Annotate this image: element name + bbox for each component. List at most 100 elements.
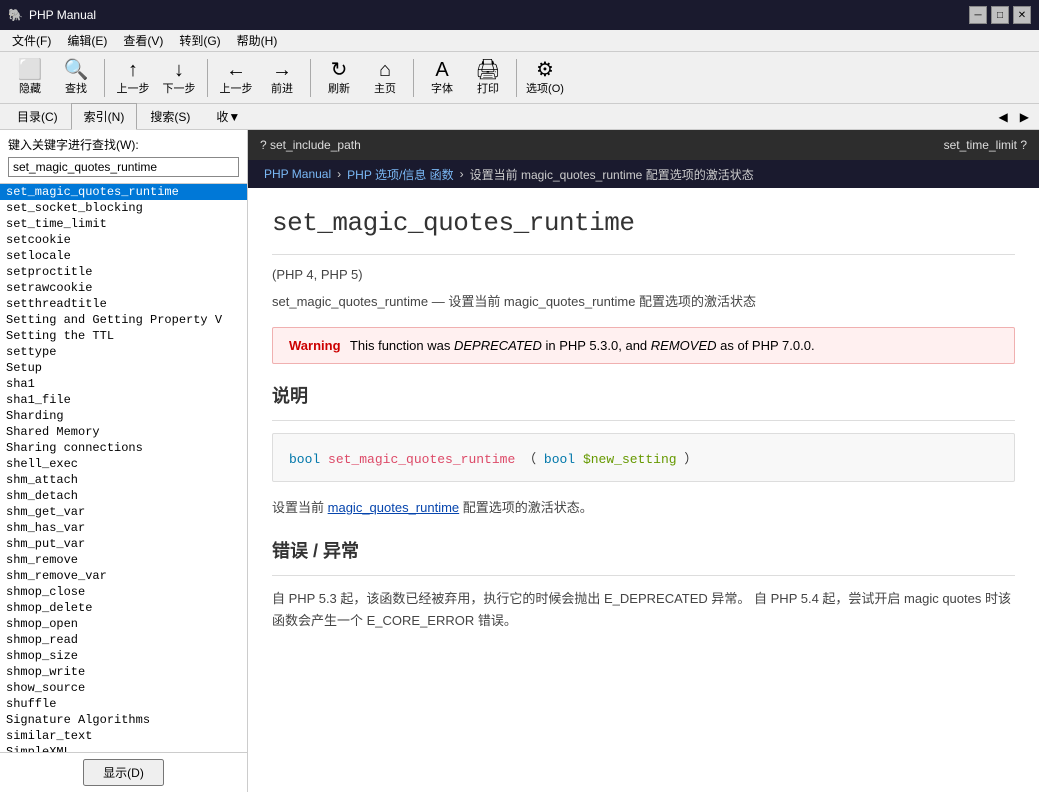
code-return-type: bool: [289, 452, 320, 467]
forward-icon: →: [272, 60, 292, 80]
section-shuoming: 说明: [272, 382, 1015, 408]
up-icon: ↑: [128, 60, 138, 80]
close-button[interactable]: ✕: [1013, 6, 1031, 24]
list-item[interactable]: set_magic_quotes_runtime: [0, 184, 247, 200]
list-item[interactable]: show_source: [0, 680, 247, 696]
func-title: set_magic_quotes_runtime: [272, 208, 1015, 238]
set-desc-link[interactable]: magic_quotes_runtime: [328, 500, 460, 515]
list-item[interactable]: similar_text: [0, 728, 247, 744]
tb-home-label: 主页: [374, 80, 396, 96]
list-item[interactable]: shm_get_var: [0, 504, 247, 520]
app-icon: 🐘: [8, 8, 23, 22]
list-item[interactable]: SimpleXML: [0, 744, 247, 752]
menu-file[interactable]: 文件(F): [4, 30, 59, 51]
tb-prev[interactable]: ↑ 上一步: [111, 56, 155, 100]
tab-toc[interactable]: 目录(C): [4, 103, 71, 130]
tab-collect[interactable]: 收▼: [203, 103, 253, 130]
arrow-right-icon[interactable]: ▶: [1014, 106, 1035, 128]
tb-options[interactable]: ⚙ 选项(O): [523, 56, 567, 100]
sidebar-search: 键入关键字进行查找(W):: [0, 130, 247, 184]
tb-back[interactable]: ← 上一步: [214, 56, 258, 100]
list-item[interactable]: sha1_file: [0, 392, 247, 408]
set-description: 设置当前 magic_quotes_runtime 配置选项的激活状态。: [272, 498, 1015, 519]
list-item[interactable]: shuffle: [0, 696, 247, 712]
list-item[interactable]: settype: [0, 344, 247, 360]
display-button[interactable]: 显示(D): [83, 759, 164, 786]
warning-deprecated: DEPRECATED: [454, 338, 542, 353]
tb-hide[interactable]: ⬜ 隐藏: [8, 56, 52, 100]
list-item[interactable]: shm_remove_var: [0, 568, 247, 584]
list-item[interactable]: Setup: [0, 360, 247, 376]
content-nav-left: ? set_include_path: [260, 138, 361, 152]
hide-icon: ⬜: [18, 60, 43, 80]
tb-font[interactable]: A 字体: [420, 56, 464, 100]
list-item[interactable]: shmop_write: [0, 664, 247, 680]
tb-print[interactable]: 🖨 打印: [466, 56, 510, 100]
print-icon: 🖨: [475, 60, 500, 80]
list-item[interactable]: Shared Memory: [0, 424, 247, 440]
list-item[interactable]: shmop_size: [0, 648, 247, 664]
menu-goto[interactable]: 转到(G): [171, 30, 228, 51]
list-item[interactable]: set_socket_blocking: [0, 200, 247, 216]
divider-1: [272, 254, 1015, 255]
title-bar: 🐘 PHP Manual ─ □ ✕: [0, 0, 1039, 30]
divider-3: [272, 575, 1015, 576]
tab-index[interactable]: 索引(N): [71, 103, 138, 130]
tb-next-label: 下一步: [163, 80, 196, 96]
breadcrumb-home[interactable]: PHP Manual: [264, 167, 331, 181]
find-icon: 🔍: [64, 60, 89, 80]
list-item[interactable]: shm_remove: [0, 552, 247, 568]
breadcrumb-sep-2: ›: [460, 167, 464, 181]
list-item[interactable]: shm_attach: [0, 472, 247, 488]
warning-removed: REMOVED: [651, 338, 717, 353]
tb-print-label: 打印: [477, 80, 499, 96]
toolbar-sep-3: [310, 59, 311, 97]
list-item[interactable]: shm_put_var: [0, 536, 247, 552]
list-item[interactable]: shell_exec: [0, 456, 247, 472]
list-item[interactable]: shm_has_var: [0, 520, 247, 536]
list-item[interactable]: setproctitle: [0, 264, 247, 280]
minimize-button[interactable]: ─: [969, 6, 987, 24]
maximize-button[interactable]: □: [991, 6, 1009, 24]
tb-home[interactable]: ⌂ 主页: [363, 56, 407, 100]
options-icon: ⚙: [536, 60, 554, 80]
tb-refresh[interactable]: ↻ 刷新: [317, 56, 361, 100]
main-area: 键入关键字进行查找(W): set_magic_quotes_runtimese…: [0, 130, 1039, 792]
content-nav: ? set_include_path set_time_limit ?: [248, 130, 1039, 160]
list-item[interactable]: setcookie: [0, 232, 247, 248]
list-item[interactable]: setrawcookie: [0, 280, 247, 296]
tb-next[interactable]: ↓ 下一步: [157, 56, 201, 100]
func-description: set_magic_quotes_runtime — 设置当前 magic_qu…: [272, 292, 1015, 313]
menu-view[interactable]: 查看(V): [115, 30, 171, 51]
list-item[interactable]: shmop_read: [0, 632, 247, 648]
section-errors: 错误 / 异常: [272, 537, 1015, 563]
tb-find[interactable]: 🔍 查找: [54, 56, 98, 100]
tb-forward[interactable]: → 前进: [260, 56, 304, 100]
set-desc-after: 配置选项的激活状态。: [463, 500, 593, 515]
list-item[interactable]: setlocale: [0, 248, 247, 264]
list-item[interactable]: set_time_limit: [0, 216, 247, 232]
list-item[interactable]: Setting the TTL: [0, 328, 247, 344]
menu-edit[interactable]: 编辑(E): [59, 30, 115, 51]
nav-prev-link[interactable]: ? set_include_path: [260, 138, 361, 152]
search-input[interactable]: [8, 157, 239, 177]
errors-description: 自 PHP 5.3 起，该函数已经被弃用，执行它的时候会抛出 E_DEPRECA…: [272, 588, 1015, 632]
arrow-left-icon[interactable]: ◀: [993, 106, 1014, 128]
list-item[interactable]: Sharing connections: [0, 440, 247, 456]
list-item[interactable]: shmop_delete: [0, 600, 247, 616]
list-item[interactable]: Sharding: [0, 408, 247, 424]
breadcrumb-sep-1: ›: [337, 167, 341, 181]
list-item[interactable]: shm_detach: [0, 488, 247, 504]
tab-search[interactable]: 搜索(S): [137, 103, 203, 130]
list-item[interactable]: sha1: [0, 376, 247, 392]
list-item[interactable]: Signature Algorithms: [0, 712, 247, 728]
list-item[interactable]: setthreadtitle: [0, 296, 247, 312]
tb-prev-label: 上一步: [117, 80, 150, 96]
nav-next-link[interactable]: set_time_limit ?: [944, 138, 1027, 152]
menu-help[interactable]: 帮助(H): [229, 30, 286, 51]
list-item[interactable]: Setting and Getting Property V: [0, 312, 247, 328]
breadcrumb-section[interactable]: PHP 选项/信息 函数: [347, 166, 453, 183]
tb-back-label: 上一步: [220, 80, 253, 96]
list-item[interactable]: shmop_open: [0, 616, 247, 632]
list-item[interactable]: shmop_close: [0, 584, 247, 600]
